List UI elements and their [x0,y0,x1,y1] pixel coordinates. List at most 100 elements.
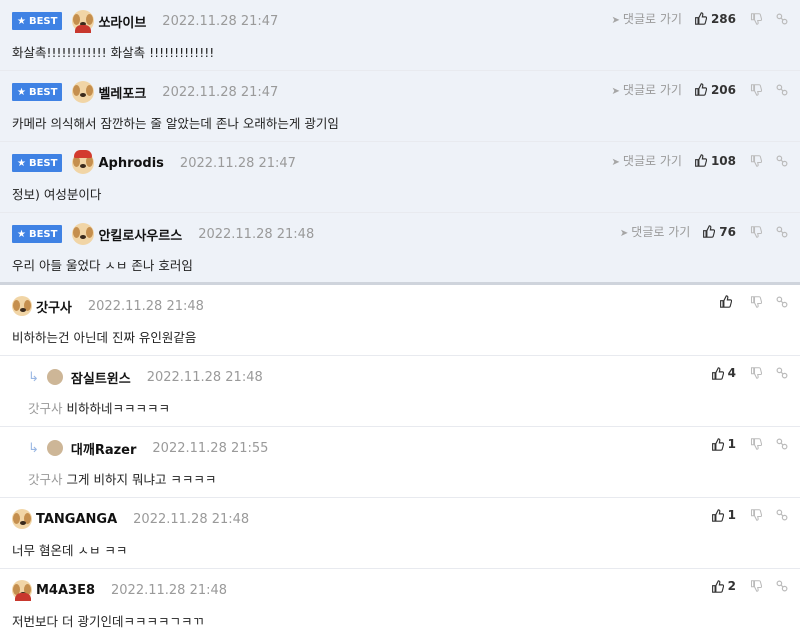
like-button[interactable]: 4 [711,366,736,380]
dislike-button[interactable] [750,509,762,521]
link-icon [776,367,788,379]
like-button[interactable]: 108 [694,154,736,168]
best-badge: ★ BEST [12,83,63,101]
best-badge: ★ BEST [12,154,63,172]
best-badge: ★ BEST [12,12,63,30]
comment-author[interactable]: TANGANGA [36,512,117,527]
share-button[interactable] [776,509,788,521]
comment-author[interactable]: Aphrodis [98,156,163,171]
share-button[interactable] [776,296,788,308]
like-button[interactable]: 1 [711,437,736,451]
send-icon: ➤ [611,15,620,26]
thumbs-down-icon [750,83,762,96]
mention-link[interactable]: 갓구사 [28,401,63,416]
comment-text: 너무 혐온데 ㅅㅂ ㅋㅋ [12,543,128,558]
comment-date: 2022.11.28 21:48 [111,582,228,598]
thumbs-up-icon [694,83,707,96]
comment-item: ★ BEST Aphrodis 2022.11.28 21:47 ➤ 댓글로 가기 … [0,142,800,213]
thumbs-down-icon [750,509,762,521]
thumbs-down-icon [750,295,762,308]
star-icon: ★ [17,86,26,98]
star-icon: ★ [17,15,26,27]
comment-text: 화살촉!!!!!!!!!!!! 화살촉 !!!!!!!!!!!!! [12,45,215,60]
avatar[interactable] [12,580,32,601]
comment-text: 갓구사 그게 비하지 뭐냐고 ㅋㅋㅋㅋ [28,472,217,487]
like-button[interactable]: 1 [711,508,736,522]
avatar[interactable] [12,509,32,529]
like-button[interactable]: 206 [694,83,736,97]
star-icon: ★ [17,157,26,169]
comment-author[interactable]: 대깨Razer [71,439,137,458]
thumbs-up-icon [711,437,724,451]
like-button[interactable]: 76 [702,225,736,239]
thumbs-up-icon [703,225,716,238]
avatar[interactable] [46,369,63,385]
dislike-button[interactable] [750,367,762,379]
avatar[interactable] [46,440,63,456]
share-button[interactable] [776,13,788,25]
avatar[interactable] [72,150,95,174]
link-icon [776,438,788,450]
goto-comment-link[interactable]: ➤ 댓글로 가기 [612,152,682,169]
dislike-button[interactable] [750,580,762,592]
dislike-button[interactable] [750,225,762,238]
link-icon [776,226,788,237]
comment-date: 2022.11.28 21:47 [179,155,296,171]
share-button[interactable] [776,226,788,238]
comment-author[interactable]: 안킬로사우르스 [98,225,182,244]
share-button[interactable] [776,438,788,450]
comment-item: ★ BEST 안킬로사우르스 2022.11.28 21:48 ➤ 댓글로 가기 7… [0,213,800,285]
send-icon: ➤ [611,86,620,97]
comment-date: 2022.11.28 21:48 [146,369,263,385]
reply-arrow-icon: ↳ [28,369,39,385]
goto-comment-link[interactable]: ➤ 댓글로 가기 [612,10,682,27]
link-icon [776,509,788,521]
thumbs-down-icon [750,367,762,379]
link-icon [776,13,788,24]
comment-text: 저번보다 더 광기인데ㅋㅋㅋㅋㄱㅋㄲ [12,614,204,629]
goto-comment-link[interactable]: ➤ 댓글로 가기 [612,81,682,98]
like-button[interactable] [719,295,736,308]
reply-item: ↳ 대깨Razer 2022.11.28 21:55 1 갓구사 그게 비하지 뭐… [0,427,800,498]
share-button[interactable] [776,84,788,96]
comment-author[interactable]: 벨레포크 [98,83,146,102]
thumbs-up-icon [711,508,724,522]
like-button[interactable]: 2 [711,579,736,593]
comment-author[interactable]: 잠실트윈스 [71,368,131,387]
thumbs-down-icon [750,154,762,167]
dislike-button[interactable] [750,295,762,308]
comment-author[interactable]: 쏘라이브 [98,12,146,31]
comment-date: 2022.11.28 21:47 [162,84,279,100]
dislike-button[interactable] [750,154,762,167]
comment-date: 2022.11.28 21:48 [87,298,204,314]
send-icon: ➤ [611,157,620,168]
comment-author[interactable]: 갓구사 [36,297,72,316]
share-button[interactable] [776,155,788,167]
like-button[interactable]: 286 [694,12,736,26]
link-icon [776,580,788,592]
thumbs-down-icon [750,580,762,592]
goto-comment-link[interactable]: ➤ 댓글로 가기 [620,223,690,240]
dislike-button[interactable] [750,438,762,450]
comment-text: 비하하는건 아닌데 진짜 유인원같음 [12,330,197,345]
dislike-button[interactable] [750,83,762,96]
comment-item: 갓구사 2022.11.28 21:48 비하하는건 아닌데 진짜 유인원같음 [0,285,800,356]
reply-arrow-icon: ↳ [28,440,39,456]
comment-item: TANGANGA 2022.11.28 21:48 1 너무 혐온데 ㅅㅂ ㅋㅋ [0,498,800,569]
comment-author[interactable]: M4A3E8 [36,583,95,598]
avatar[interactable] [72,223,95,245]
avatar[interactable] [72,81,95,103]
share-button[interactable] [776,367,788,379]
mention-link[interactable]: 갓구사 [28,472,63,487]
dislike-button[interactable] [750,12,762,25]
avatar[interactable] [72,10,95,33]
send-icon: ➤ [619,228,629,239]
link-icon [776,155,788,166]
comment-date: 2022.11.28 21:55 [152,440,269,456]
link-icon [776,296,788,307]
comment-text: 우리 아들 울었다 ㅅㅂ 존나 호러임 [12,258,193,273]
reply-item: ↳ 잠실트윈스 2022.11.28 21:48 4 갓구사 비하하네ㅋㅋㅋㅋㅋ [0,356,800,427]
share-button[interactable] [776,580,788,592]
avatar[interactable] [12,296,32,316]
thumbs-down-icon [750,225,762,238]
